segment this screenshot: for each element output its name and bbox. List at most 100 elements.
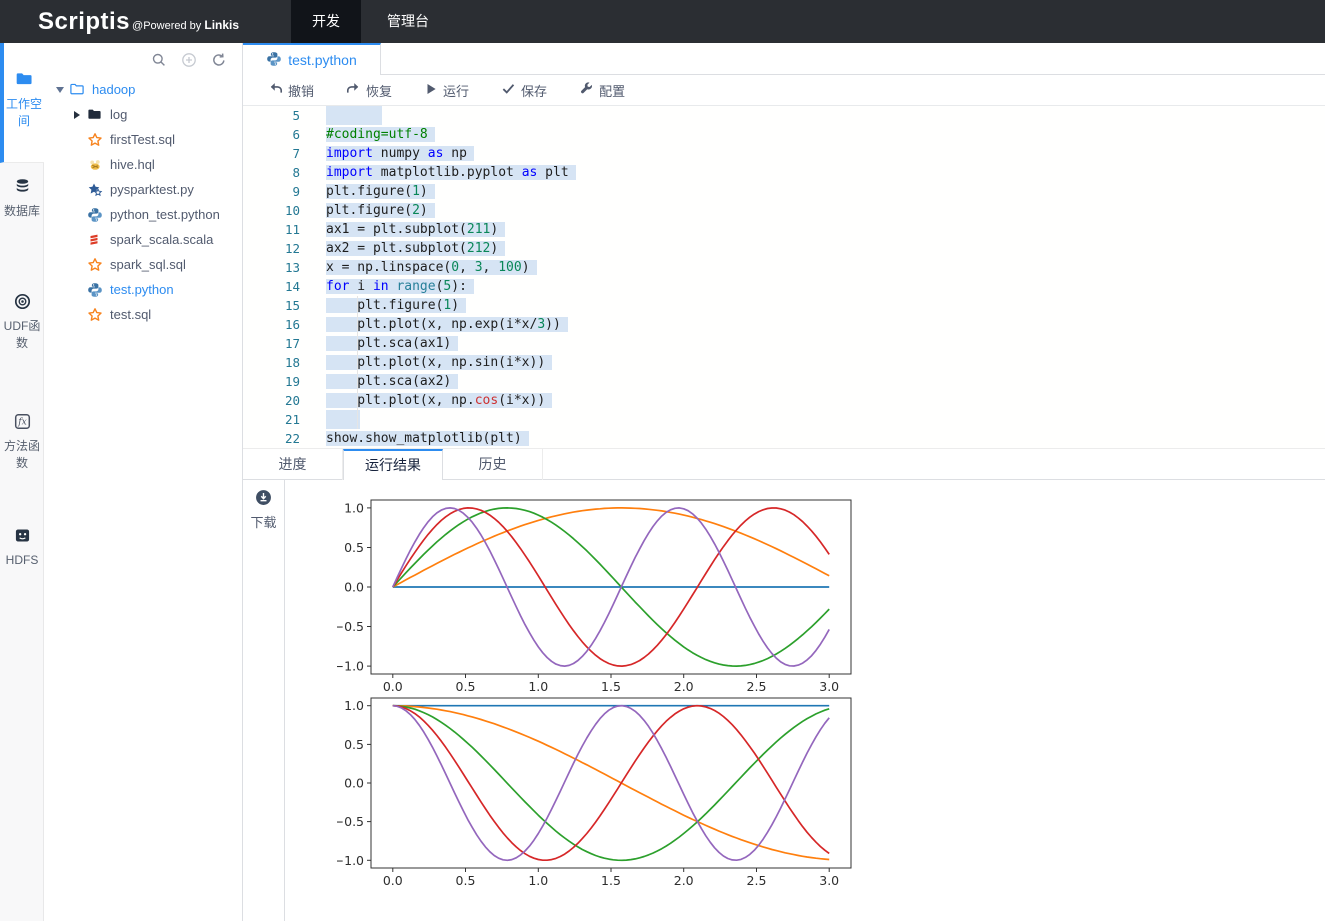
code-line-17[interactable]: 17 plt.sca(ax1)	[243, 334, 1325, 353]
tree-node-spark_scala.scala[interactable]: spark_scala.scala	[44, 227, 242, 252]
tree-node-label: test.python	[110, 282, 174, 297]
tab-history[interactable]: 历史	[443, 449, 543, 480]
svg-text:fx: fx	[17, 418, 26, 428]
tab-progress[interactable]: 进度	[243, 449, 343, 480]
svg-text:0.5: 0.5	[456, 873, 476, 888]
save-check-icon	[501, 81, 516, 99]
code-text	[300, 410, 360, 429]
code-text: ax2 = plt.subplot(212)	[300, 239, 505, 258]
udf-icon	[14, 293, 31, 313]
caret-right-icon[interactable]	[74, 111, 87, 119]
code-text: plt.figure(2)	[300, 201, 435, 220]
config-button[interactable]: 配置	[579, 81, 625, 100]
add-circle-icon[interactable]	[181, 52, 197, 68]
wrench-icon	[579, 81, 594, 99]
caret-down-icon[interactable]	[56, 87, 69, 93]
code-line-13[interactable]: 13x = np.linspace(0, 3, 100)	[243, 258, 1325, 277]
svg-text:0.5: 0.5	[344, 540, 364, 555]
scala-icon	[87, 232, 103, 248]
sidebar-item-database[interactable]: 数据库	[0, 178, 44, 220]
tree-node-hadoop[interactable]: hadoop	[44, 77, 242, 102]
line-number: 13	[243, 258, 300, 277]
editor-tabbar: test.python	[243, 43, 1325, 75]
code-line-11[interactable]: 11ax1 = plt.subplot(211)	[243, 220, 1325, 239]
code-line-10[interactable]: 10plt.figure(2)	[243, 201, 1325, 220]
tree-node-pysparktest.py[interactable]: pysparktest.py	[44, 177, 242, 202]
tree-node-log[interactable]: log	[44, 102, 242, 127]
code-line-18[interactable]: 18 plt.plot(x, np.sin(i*x))	[243, 353, 1325, 372]
line-number: 7	[243, 144, 300, 163]
tree-node-test.sql[interactable]: test.sql	[44, 302, 242, 327]
code-text: plt.plot(x, np.sin(i*x))	[300, 353, 552, 372]
python-icon	[87, 282, 103, 298]
tree-node-test.python[interactable]: test.python	[44, 277, 242, 302]
nav-tab-develop[interactable]: 开发	[291, 0, 361, 43]
code-line-5[interactable]: 5	[243, 106, 1325, 125]
code-editor[interactable]: 5 6#coding=utf-87import numpy as np8impo…	[243, 106, 1325, 448]
hdfs-icon	[14, 527, 31, 547]
code-text: import matplotlib.pyplot as plt	[300, 163, 576, 182]
svg-text:0.5: 0.5	[344, 737, 364, 752]
editor-toolbar: 撤销 恢复 运行 保存 配置	[243, 75, 1325, 106]
matplotlib-sin-subplot: 0.00.51.01.52.02.53.01.00.50.0−0.5−1.0	[337, 492, 857, 703]
database-icon	[14, 178, 31, 198]
code-line-20[interactable]: 20 plt.plot(x, np.cos(i*x))	[243, 391, 1325, 410]
sidebar-item-udf[interactable]: UDF函数	[0, 293, 44, 352]
save-button[interactable]: 保存	[501, 81, 547, 100]
run-button[interactable]: 运行	[424, 81, 469, 100]
code-line-22[interactable]: 22show.show_matplotlib(plt)	[243, 429, 1325, 448]
svg-text:1.5: 1.5	[601, 873, 621, 888]
code-text: import numpy as np	[300, 144, 474, 163]
svg-text:0.0: 0.0	[383, 873, 403, 888]
sidebar-item-workspace[interactable]: 工作空间	[0, 43, 44, 163]
undo-label: 撤销	[288, 81, 314, 100]
code-line-6[interactable]: 6#coding=utf-8	[243, 125, 1325, 144]
redo-button[interactable]: 恢复	[346, 81, 392, 100]
code-text: ax1 = plt.subplot(211)	[300, 220, 505, 239]
code-line-19[interactable]: 19 plt.sca(ax2)	[243, 372, 1325, 391]
config-label: 配置	[599, 81, 625, 100]
tree-node-label: hive.hql	[110, 157, 155, 172]
code-line-7[interactable]: 7import numpy as np	[243, 144, 1325, 163]
line-number: 10	[243, 201, 300, 220]
download-button[interactable]: 下载	[243, 489, 284, 531]
code-line-14[interactable]: 14for i in range(5):	[243, 277, 1325, 296]
sql-icon	[87, 307, 103, 323]
sidebar-item-label: HDFS	[2, 552, 42, 569]
tree-node-spark_sql.sql[interactable]: spark_sql.sql	[44, 252, 242, 277]
sidebar-item-method-fn[interactable]: fx 方法函数	[0, 413, 44, 472]
powered-by-text: @Powered by Linkis	[132, 18, 239, 32]
tree-node-hive.hql[interactable]: hive.hql	[44, 152, 242, 177]
code-text: plt.plot(x, np.cos(i*x))	[300, 391, 552, 410]
tab-run-result[interactable]: 运行结果	[343, 449, 443, 481]
nav-tab-console[interactable]: 管理台	[373, 0, 443, 43]
tree-node-python_test.python[interactable]: python_test.python	[44, 202, 242, 227]
tree-node-firstTest.sql[interactable]: firstTest.sql	[44, 127, 242, 152]
undo-icon	[268, 81, 283, 99]
tree-node-label: python_test.python	[110, 207, 220, 222]
app-logo: Scriptis @Powered by Linkis	[38, 8, 239, 36]
refresh-icon[interactable]	[211, 52, 227, 68]
sidebar-item-label: 数据库	[2, 203, 42, 220]
line-number: 6	[243, 125, 300, 144]
line-number: 22	[243, 429, 300, 448]
code-line-15[interactable]: 15 plt.figure(1)	[243, 296, 1325, 315]
tree-node-label: test.sql	[110, 307, 151, 322]
line-number: 9	[243, 182, 300, 201]
run-label: 运行	[443, 81, 469, 100]
code-line-9[interactable]: 9plt.figure(1)	[243, 182, 1325, 201]
code-line-8[interactable]: 8import matplotlib.pyplot as plt	[243, 163, 1325, 182]
save-label: 保存	[521, 81, 547, 100]
code-line-21[interactable]: 21	[243, 410, 1325, 429]
code-line-12[interactable]: 12ax2 = plt.subplot(212)	[243, 239, 1325, 258]
svg-text:0.0: 0.0	[344, 776, 364, 791]
editor-tab-test-python[interactable]: test.python	[243, 43, 381, 75]
code-line-16[interactable]: 16 plt.plot(x, np.exp(i*x/3))	[243, 315, 1325, 334]
logo-text: Scriptis	[38, 8, 130, 36]
search-icon[interactable]	[151, 52, 167, 68]
code-text	[300, 106, 382, 125]
code-text: plt.sca(ax1)	[300, 334, 458, 353]
svg-text:−1.0: −1.0	[337, 853, 364, 868]
sidebar-item-hdfs[interactable]: HDFS	[0, 527, 44, 569]
undo-button[interactable]: 撤销	[268, 81, 314, 100]
